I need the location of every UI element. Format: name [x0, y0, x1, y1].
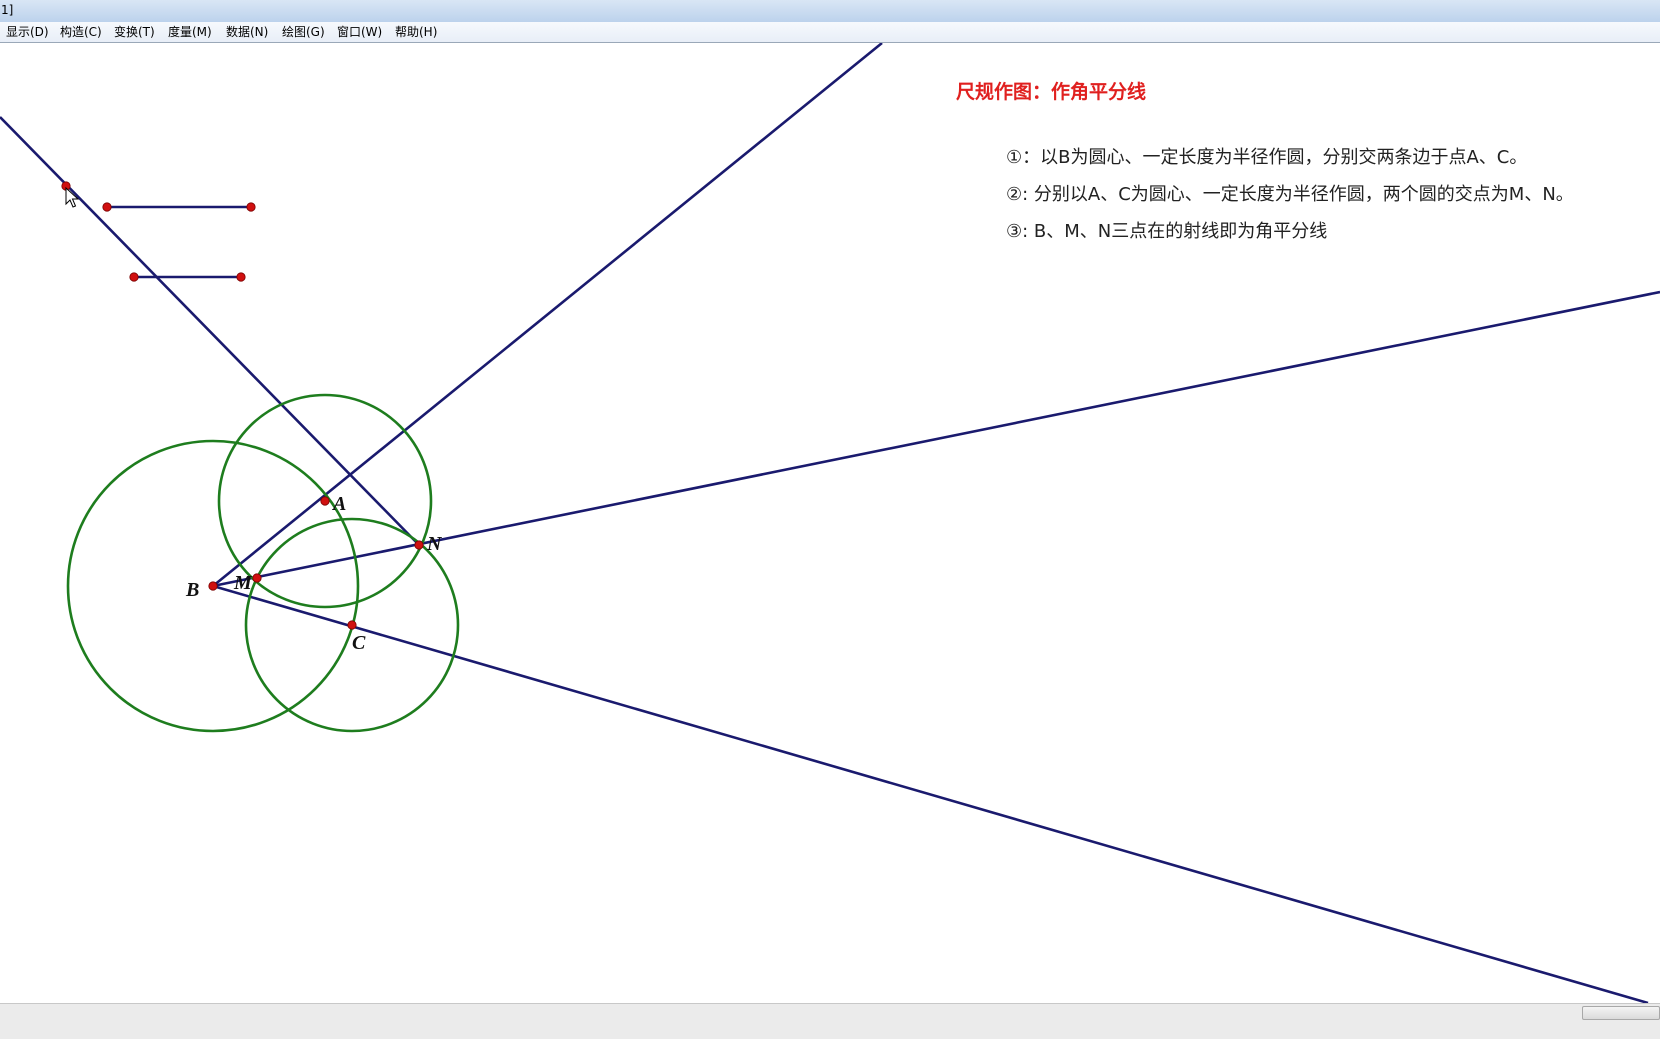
menu-data[interactable]: 数据(N) — [226, 22, 268, 42]
menu-transform[interactable]: 变换(T) — [114, 22, 155, 42]
menubar: 显示(D) 构造(C) 变换(T) 度量(M) 数据(N) 绘图(G) 窗口(W… — [0, 22, 1660, 43]
window-titlebar: 1] — [0, 0, 1660, 23]
construction-heading: 尺规作图：作角平分线 — [956, 81, 1147, 103]
point-b[interactable] — [208, 581, 218, 591]
menu-construct[interactable]: 构造(C) — [60, 22, 102, 42]
label-c: C — [352, 632, 366, 654]
point-n[interactable] — [414, 540, 424, 550]
window-title: 1] — [1, 3, 14, 17]
label-b: B — [185, 579, 199, 601]
point-seg1-start[interactable] — [102, 202, 112, 212]
line-through-n[interactable] — [0, 116, 420, 546]
point-seg1-end[interactable] — [246, 202, 256, 212]
point-a[interactable] — [320, 496, 330, 506]
menu-window[interactable]: 窗口(W) — [337, 22, 382, 42]
menu-display[interactable]: 显示(D) — [6, 22, 49, 42]
point-c[interactable] — [347, 620, 357, 630]
horizontal-scrollbar-thumb[interactable] — [1582, 1006, 1660, 1020]
menu-graph[interactable]: 绘图(G) — [282, 22, 325, 42]
menu-help[interactable]: 帮助(H) — [395, 22, 437, 42]
step-2: ②: 分别以A、C为圆心、一定长度为半径作圆，两个圆的交点为M、N。 — [1006, 184, 1574, 205]
menu-measure[interactable]: 度量(M) — [168, 22, 212, 42]
point-m[interactable] — [252, 573, 262, 583]
label-m: M — [233, 572, 253, 594]
step-3: ③: B、M、N三点在的射线即为角平分线 — [1006, 221, 1328, 242]
ray-bc[interactable] — [212, 584, 1649, 1003]
sketch-canvas[interactable]: A B C M N 尺规作图：作角平分线 ①：以B为圆心、一定长度为半径作圆，分… — [0, 43, 1660, 1003]
ray-ba[interactable] — [212, 43, 883, 588]
label-n: N — [426, 533, 443, 555]
status-bar — [0, 1003, 1660, 1039]
step-1: ①：以B为圆心、一定长度为半径作圆，分别交两条边于点A、C。 — [1006, 147, 1528, 168]
point-seg2-start[interactable] — [129, 272, 139, 282]
point-seg2-end[interactable] — [236, 272, 246, 282]
label-a: A — [331, 493, 346, 515]
